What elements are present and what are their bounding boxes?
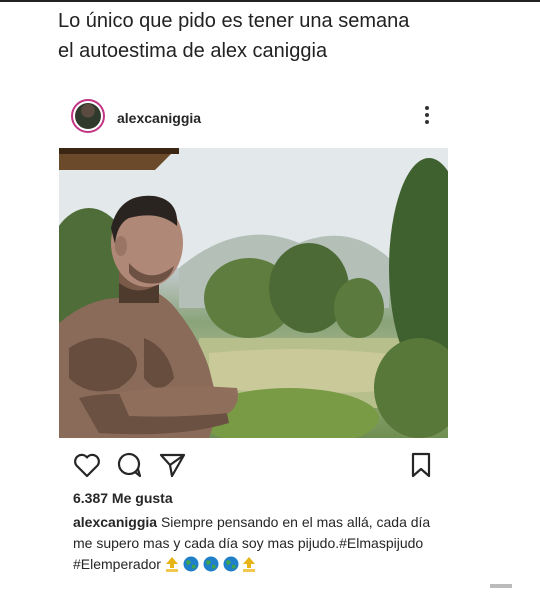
heart-icon[interactable] [73,452,101,478]
more-options-icon[interactable] [424,106,430,126]
caption-username[interactable]: alexcaniggia [73,514,157,530]
globe-emoji [223,556,239,578]
comment-bubble-icon[interactable] [116,452,144,478]
avatar[interactable] [71,99,105,133]
corner-mark [490,584,512,588]
post-photo[interactable] [59,148,448,438]
post-username[interactable]: alexcaniggia [117,110,201,126]
globe-emoji [203,556,219,578]
meme-caption-line-2: el autoestima de alex caniggia [58,40,328,62]
bookmark-icon[interactable] [410,452,432,478]
likes-count[interactable]: 6.387 Me gusta [73,490,173,506]
post-caption: alexcaniggia Siempre pensando en el mas … [73,512,433,578]
top-arrow-emoji [242,556,256,578]
instagram-post-card: alexcaniggia 6.387 Me gusta alexcaniggia… [59,80,448,580]
post-actions [59,448,448,482]
meme-caption: Lo único que pido es tener una semana el… [58,6,518,66]
top-divider [0,0,540,2]
paper-plane-icon[interactable] [159,452,187,478]
meme-caption-line-1: Lo único que pido es tener una semana [58,10,410,32]
top-arrow-emoji [165,556,179,578]
avatar-photo [75,103,101,129]
post-header: alexcaniggia [59,80,448,152]
globe-emoji [183,556,199,578]
post-photo-illustration [59,148,448,438]
